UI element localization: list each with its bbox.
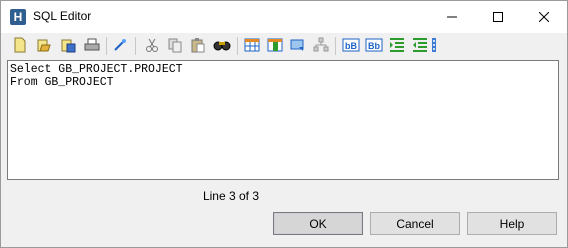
close-icon <box>539 12 549 22</box>
close-button[interactable] <box>521 1 567 33</box>
svg-text:Bb: Bb <box>368 41 380 51</box>
save-button[interactable] <box>59 36 77 54</box>
new-button[interactable] <box>11 36 29 54</box>
open-icon <box>37 39 51 52</box>
find-button[interactable] <box>213 36 231 54</box>
paste-button[interactable] <box>189 36 207 54</box>
window-title: SQL Editor <box>33 9 92 23</box>
print-button[interactable] <box>83 36 101 54</box>
minimize-icon <box>447 16 457 18</box>
toolbar-separator <box>135 37 136 55</box>
find-icon <box>213 41 231 51</box>
ok-button[interactable]: OK <box>273 212 363 235</box>
query-builder-button[interactable] <box>111 36 129 54</box>
title-bar: H SQL Editor <box>1 1 567 33</box>
capitalize-button[interactable]: Bb <box>365 36 383 54</box>
grip-icon <box>432 38 436 52</box>
help-button[interactable]: Help <box>467 212 557 235</box>
print-icon <box>84 38 100 51</box>
cancel-button[interactable]: Cancel <box>370 212 460 235</box>
lowercase-icon: bB <box>342 38 360 52</box>
toolbar-separator <box>335 37 336 55</box>
table-columns-icon <box>267 38 283 52</box>
save-icon <box>61 39 76 53</box>
code-line: From GB_PROJECT <box>10 76 114 89</box>
open-button[interactable] <box>35 36 53 54</box>
maximize-button[interactable] <box>475 1 521 33</box>
maximize-icon <box>493 12 503 22</box>
outdent-button[interactable] <box>411 36 429 54</box>
copy-button[interactable] <box>166 36 184 54</box>
code-line: Select GB_PROJECT.PROJECT <box>10 63 183 76</box>
toolbar-separator <box>237 37 238 55</box>
toolbar: bB Bb <box>1 34 567 58</box>
table-icon <box>244 38 260 52</box>
schema-button[interactable] <box>312 36 330 54</box>
table-button[interactable] <box>243 36 261 54</box>
capitalize-icon: Bb <box>365 38 383 52</box>
comment-button[interactable] <box>289 36 307 54</box>
query-builder-icon <box>114 39 126 51</box>
outdent-icon <box>413 38 427 52</box>
toolbar-separator <box>106 37 107 55</box>
line-status: Line 3 of 3 <box>202 189 260 203</box>
minimize-button[interactable] <box>429 1 475 33</box>
table-columns-button[interactable] <box>266 36 284 54</box>
schema-icon <box>313 37 329 52</box>
cut-button[interactable] <box>143 36 161 54</box>
indent-icon <box>390 38 404 52</box>
svg-text:bB: bB <box>345 41 357 51</box>
cut-icon <box>146 38 158 52</box>
app-icon: H <box>10 9 26 25</box>
sql-editor-window: H SQL Editor bB Bb Select GB_PROJECT.PRO… <box>0 0 568 248</box>
toolbar-overflow-handle[interactable] <box>431 36 437 54</box>
indent-button[interactable] <box>388 36 406 54</box>
paste-icon <box>191 38 205 53</box>
copy-icon <box>168 38 182 53</box>
sql-text-editor[interactable]: Select GB_PROJECT.PROJECT From GB_PROJEC… <box>7 60 559 180</box>
lowercase-button[interactable]: bB <box>342 36 360 54</box>
new-icon <box>14 37 26 53</box>
comment-icon <box>290 39 304 51</box>
